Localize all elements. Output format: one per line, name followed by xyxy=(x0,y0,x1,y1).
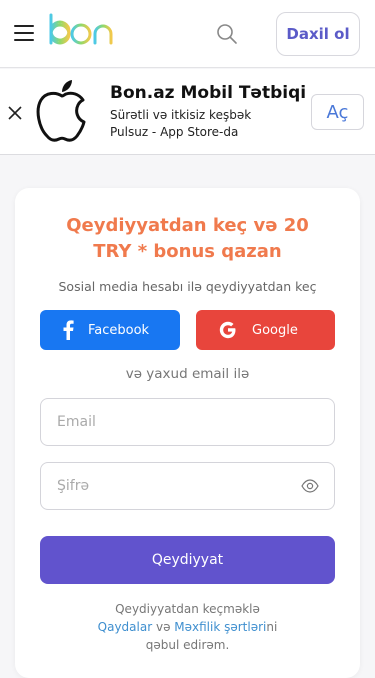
register-button[interactable]: Qeydiyyat xyxy=(40,536,335,584)
privacy-link[interactable]: Məxfilik şərtləri xyxy=(174,620,266,634)
signup-card: Qeydiyyatdan keç və 20 TRY * bonus qazan… xyxy=(15,188,360,678)
facebook-signup-button[interactable]: Facebook xyxy=(40,310,180,350)
login-button[interactable]: Daxil ol xyxy=(276,12,360,56)
open-app-button[interactable]: Aç xyxy=(311,94,364,130)
banner-subtitle: Sürətli və itkisiz keşbək xyxy=(110,108,252,122)
terms-suffix: ni xyxy=(266,620,278,634)
social-caption: Sosial media hesabı ilə qeydiyyatdan keç xyxy=(58,279,317,294)
signup-title: Qeydiyyatdan keç və 20 TRY * bonus qazan xyxy=(15,213,360,265)
terms-and: və xyxy=(152,620,175,634)
google-signup-button[interactable]: Google xyxy=(196,310,335,350)
hamburger-menu-icon[interactable] xyxy=(14,25,34,43)
email-divider-caption: və yaxud email ilə xyxy=(125,366,250,382)
signup-title-line1: Qeydiyyatdan keç və 20 xyxy=(66,215,309,236)
facebook-icon xyxy=(63,320,74,340)
google-label: Google xyxy=(252,322,298,338)
terms-line3: qəbul edirəm. xyxy=(145,638,230,652)
close-icon[interactable] xyxy=(8,106,22,120)
search-icon[interactable] xyxy=(216,23,238,45)
signup-title-line2: TRY * bonus qazan xyxy=(93,241,282,262)
banner-store-text: Pulsuz - App Store-da xyxy=(110,125,239,139)
banner-title: Bon.az Mobil Tətbiqi xyxy=(110,83,307,103)
bon-logo[interactable] xyxy=(48,13,114,49)
email-input[interactable] xyxy=(40,398,335,446)
password-input[interactable] xyxy=(40,462,335,510)
top-header: Daxil ol xyxy=(0,0,375,68)
show-password-icon[interactable] xyxy=(301,478,319,494)
terms-line1: Qeydiyyatdan keçməklə xyxy=(115,602,260,616)
terms-text: Qeydiyyatdan keçməklə Qaydalar və Məxfil… xyxy=(15,600,360,654)
app-install-banner: Bon.az Mobil Tətbiqi Sürətli və itkisiz … xyxy=(0,69,375,155)
google-icon xyxy=(219,321,236,339)
facebook-label: Facebook xyxy=(88,322,150,338)
terms-line2: Qaydalar və Məxfilik şərtlərini xyxy=(15,618,360,636)
apple-icon xyxy=(36,80,86,142)
rules-link[interactable]: Qaydalar xyxy=(98,620,153,634)
